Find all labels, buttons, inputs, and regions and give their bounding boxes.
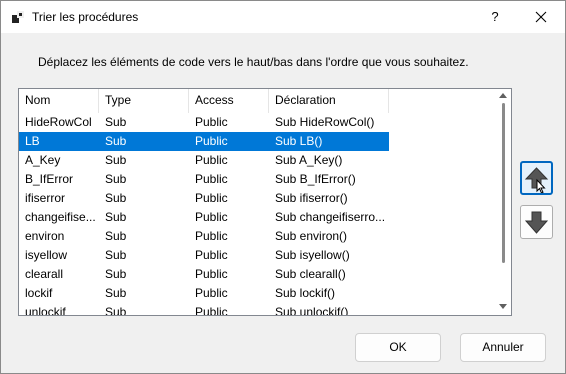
cell-access: Public <box>195 153 228 167</box>
cell-name: B_IfError <box>25 172 74 186</box>
cell-name: changeifise... <box>25 210 96 224</box>
procedures-list[interactable]: Nom Type Access Déclaration HideRowCol S… <box>18 88 512 316</box>
list-item[interactable]: lockif Sub Public Sub lockif() <box>19 284 495 303</box>
cell-access: Public <box>195 305 228 316</box>
list-item[interactable]: ifiserror Sub Public Sub ifiserror() <box>19 189 495 208</box>
instruction-text: Déplacez les éléments de code vers le ha… <box>38 55 469 69</box>
close-button[interactable] <box>527 4 555 30</box>
cell-declaration: Sub ifiserror() <box>275 191 348 205</box>
column-header-declaration[interactable]: Déclaration <box>269 89 389 113</box>
cell-name: A_Key <box>25 153 61 167</box>
cell-declaration: Sub lockif() <box>275 286 336 300</box>
close-icon <box>535 11 547 23</box>
cancel-button[interactable]: Annuler <box>460 333 546 362</box>
cell-access: Public <box>195 134 228 148</box>
cell-access: Public <box>195 267 228 281</box>
cell-declaration: Sub B_IfError() <box>275 172 356 186</box>
column-header-access[interactable]: Access <box>189 89 269 113</box>
list-item[interactable]: B_IfError Sub Public Sub B_IfError() <box>19 170 495 189</box>
list-item[interactable]: isyellow Sub Public Sub isyellow() <box>19 246 495 265</box>
sort-procedures-dialog: Trier les procédures ? Déplacez les élém… <box>0 0 566 374</box>
cell-access: Public <box>195 210 228 224</box>
cell-name: clearall <box>25 267 64 281</box>
cell-type: Sub <box>105 191 127 205</box>
list-item[interactable]: environ Sub Public Sub environ() <box>19 227 495 246</box>
cell-name: ifiserror <box>25 191 66 205</box>
cell-access: Public <box>195 172 228 186</box>
cell-name: lockif <box>25 286 53 300</box>
list-item[interactable]: changeifise... Sub Public Sub changeifis… <box>19 208 495 227</box>
cell-access: Public <box>195 115 228 129</box>
cell-type: Sub <box>105 229 127 243</box>
list-item[interactable]: clearall Sub Public Sub clearall() <box>19 265 495 284</box>
cell-type: Sub <box>105 210 127 224</box>
cell-access: Public <box>195 229 228 243</box>
cell-access: Public <box>195 191 228 205</box>
cell-declaration: Sub unlockif() <box>275 305 349 316</box>
cell-declaration: Sub isyellow() <box>275 248 350 262</box>
cell-declaration: Sub HideRowCol() <box>275 115 375 129</box>
cell-declaration: Sub environ() <box>275 229 348 243</box>
scrollbar-thumb[interactable] <box>502 103 505 263</box>
cell-type: Sub <box>105 286 127 300</box>
cell-type: Sub <box>105 172 127 186</box>
list-header: Nom Type Access Déclaration <box>19 89 511 113</box>
cell-declaration: Sub clearall() <box>275 267 346 281</box>
cell-access: Public <box>195 286 228 300</box>
scroll-up-arrow-icon[interactable] <box>499 93 507 98</box>
cell-name: environ <box>25 229 65 243</box>
vertical-scrollbar[interactable] <box>495 89 511 315</box>
cell-name: LB <box>25 134 40 148</box>
list-item[interactable]: A_Key Sub Public Sub A_Key() <box>19 151 495 170</box>
cell-type: Sub <box>105 305 127 316</box>
ok-button[interactable]: OK <box>355 333 441 362</box>
cell-access: Public <box>195 248 228 262</box>
cell-name: unlockif <box>25 305 66 316</box>
cell-type: Sub <box>105 248 127 262</box>
list-item[interactable]: HideRowCol Sub Public Sub HideRowCol() <box>19 113 495 132</box>
cell-declaration: Sub LB() <box>275 134 323 148</box>
app-icon <box>12 11 24 23</box>
scroll-down-arrow-icon[interactable] <box>499 304 507 309</box>
cell-type: Sub <box>105 153 127 167</box>
move-down-button[interactable] <box>520 205 553 239</box>
arrow-down-icon <box>524 211 549 234</box>
cell-name: HideRowCol <box>25 115 92 129</box>
cell-declaration: Sub A_Key() <box>275 153 343 167</box>
move-up-button[interactable] <box>520 161 553 195</box>
dialog-content: Déplacez les éléments de code vers le ha… <box>1 33 565 373</box>
cell-declaration: Sub changeifiserro... <box>275 210 386 224</box>
list-item[interactable]: unlockif Sub Public Sub unlockif() <box>19 303 495 316</box>
cell-type: Sub <box>105 115 127 129</box>
title-bar: Trier les procédures ? <box>1 1 565 33</box>
column-header-type[interactable]: Type <box>99 89 189 113</box>
window-title: Trier les procédures <box>32 10 139 24</box>
help-button[interactable]: ? <box>481 4 509 30</box>
cell-type: Sub <box>105 134 127 148</box>
cell-name: isyellow <box>25 248 68 262</box>
list-item-selected[interactable]: LB Sub Public Sub LB() <box>19 132 495 151</box>
arrow-up-icon <box>524 167 549 193</box>
cell-type: Sub <box>105 267 127 281</box>
column-header-name[interactable]: Nom <box>19 89 99 113</box>
